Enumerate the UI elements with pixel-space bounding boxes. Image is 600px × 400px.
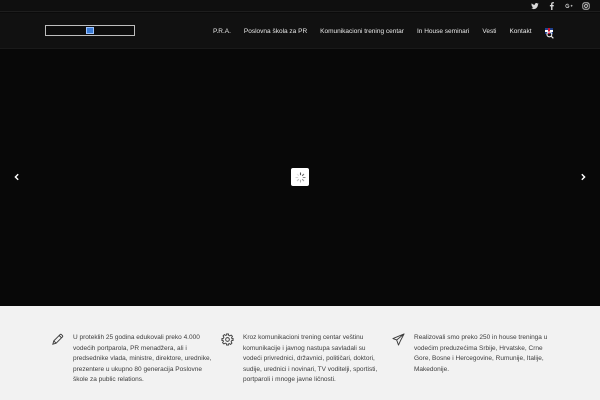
main-nav: P.R.A. Poslovna škola za PR Komunikacion… bbox=[206, 13, 560, 49]
feature-text: U proteklih 25 godina edukovali preko 4.… bbox=[73, 334, 212, 383]
spinner-icon bbox=[294, 171, 306, 183]
feature-text: Kroz komunikacioni trening centar veštin… bbox=[243, 334, 378, 383]
search-icon[interactable] bbox=[546, 26, 556, 39]
google-plus-icon[interactable] bbox=[565, 2, 573, 10]
slider-next-button[interactable] bbox=[576, 170, 590, 184]
loading-spinner bbox=[291, 168, 309, 186]
nav-item-poslovna-skola[interactable]: Poslovna škola za PR bbox=[237, 28, 313, 35]
nav-item-in-house[interactable]: In House seminari bbox=[410, 28, 475, 35]
hero-slider bbox=[0, 49, 600, 306]
top-bar bbox=[0, 0, 600, 12]
features-section: U proteklih 25 godina edukovali preko 4.… bbox=[0, 306, 600, 400]
chevron-left-icon bbox=[14, 173, 19, 181]
nav-item-trening-centar[interactable]: Komunikacioni trening centar bbox=[314, 28, 411, 35]
pencil-icon bbox=[51, 333, 64, 345]
slider-prev-button[interactable] bbox=[10, 170, 24, 184]
facebook-icon[interactable] bbox=[548, 2, 556, 10]
instagram-icon[interactable] bbox=[582, 2, 590, 10]
paper-plane-icon bbox=[392, 333, 405, 346]
nav-item-vesti[interactable]: Vesti bbox=[476, 28, 503, 35]
main-header: P.R.A. Poslovna škola za PR Komunikacion… bbox=[0, 13, 600, 49]
social-links bbox=[531, 1, 590, 11]
gear-icon bbox=[221, 333, 234, 346]
logo-mark-icon bbox=[86, 27, 94, 34]
nav-item-kontakt[interactable]: Kontakt bbox=[503, 28, 538, 35]
twitter-icon[interactable] bbox=[531, 2, 539, 10]
chevron-right-icon bbox=[581, 173, 586, 181]
site-logo[interactable] bbox=[45, 25, 135, 36]
nav-item-pra[interactable]: P.R.A. bbox=[206, 28, 237, 35]
feature-text: Realizovali smo preko 250 in house treni… bbox=[414, 334, 548, 373]
